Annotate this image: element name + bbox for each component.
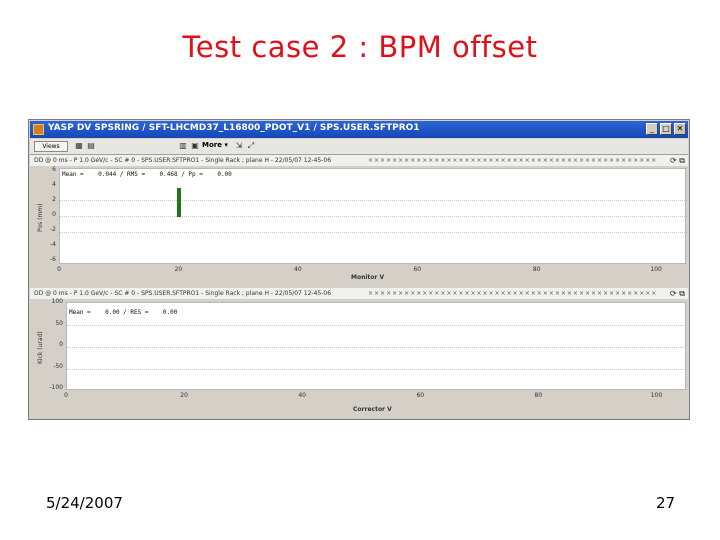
header-dots: ××××××××××××××××××××××××××××××××××××××××…	[368, 157, 658, 164]
print-icon[interactable]: ▣	[190, 141, 200, 151]
footer-date: 5/24/2007	[46, 494, 123, 512]
y-tick-label: -50	[53, 362, 63, 370]
bottom-x-axis-title: Corrector V	[353, 406, 392, 413]
x-tick-label: 0	[64, 392, 68, 399]
gridline	[60, 216, 685, 217]
y-tick-label: 4	[52, 181, 56, 188]
top-plot-area[interactable]: Mean = 0.044 / RMS = 0.468 / Pp = 0.00	[59, 168, 686, 264]
bottom-y-axis-title: Kick (urad)	[37, 331, 44, 364]
refresh-icon[interactable]: ⟳ ⧉	[670, 288, 685, 299]
app-icon	[33, 124, 44, 135]
bottom-plot-header-text: DD @ 0 ms - P 1.0 GeV/c - SC # 0 - SPS.U…	[34, 290, 332, 297]
window-title: YASP DV SPSRING / SFT-LHCMD37_L16800_PDO…	[48, 123, 420, 133]
close-button[interactable]: ✕	[674, 123, 686, 135]
toolbar: Views ▦ ▤ ▥ ▣ More ▾ ⇲ ⤢	[30, 139, 688, 155]
x-tick-label: 20	[180, 392, 188, 399]
y-tick-label: 100	[51, 298, 63, 305]
top-y-axis-title: Pos (mm)	[37, 203, 44, 232]
x-tick-label: 80	[534, 392, 543, 399]
x-tick-label: 100	[650, 266, 662, 273]
top-plot-header-text: DD @ 0 ms - P 1.0 GeV/c - SC # 0 - SPS.U…	[34, 157, 332, 164]
top-plot-header: DD @ 0 ms - P 1.0 GeV/c - SC # 0 - SPS.U…	[30, 155, 688, 166]
y-tick-label: 50	[55, 319, 63, 327]
x-tick-label: 40	[294, 266, 302, 273]
export-icon[interactable]: ⇲	[234, 141, 244, 151]
maximize-button[interactable]: □	[660, 123, 672, 135]
x-tick-label: 40	[298, 392, 306, 399]
more-menu[interactable]: More ▾	[202, 141, 228, 149]
y-tick-label: -4	[50, 241, 56, 248]
y-tick-label: 2	[52, 196, 56, 203]
slide-title: Test case 2 : BPM offset	[182, 30, 538, 64]
gridline	[60, 232, 685, 233]
gridline	[67, 369, 685, 370]
bottom-plot-header: DD @ 0 ms - P 1.0 GeV/c - SC # 0 - SPS.U…	[30, 288, 688, 299]
y-tick-label: 6	[52, 166, 56, 173]
zoom-icon[interactable]: ⤢	[246, 141, 256, 151]
y-tick-label: 0	[59, 341, 63, 348]
window-titlebar[interactable]: YASP DV SPSRING / SFT-LHCMD37_L16800_PDO…	[30, 121, 688, 138]
top-x-axis-title: Monitor V	[351, 274, 385, 281]
page-number: 27	[656, 494, 676, 512]
data-bar	[177, 188, 182, 217]
x-tick-label: 80	[532, 266, 541, 273]
minimize-button[interactable]: _	[646, 123, 658, 135]
top-stats: Mean = 0.044 / RMS = 0.468 / Pp = 0.00	[62, 171, 232, 178]
bottom-plot-area[interactable]: Mean = 0.00 / RES = 0.00	[66, 302, 686, 390]
x-tick-label: 60	[413, 266, 422, 273]
gridline	[67, 347, 685, 348]
header-dots: ××××××××××××××××××××××××××××××××××××××××…	[368, 290, 658, 297]
gridline	[67, 325, 685, 326]
more-label: More	[202, 141, 222, 149]
x-tick-label: 0	[57, 266, 61, 273]
gridline	[60, 200, 685, 201]
y-tick-label: -6	[50, 256, 56, 263]
chart-icon[interactable]: ▥	[178, 141, 188, 151]
y-tick-label: -100	[49, 384, 63, 391]
x-tick-label: 60	[416, 392, 425, 399]
bottom-stats: Mean = 0.00 / RES = 0.00	[69, 309, 178, 316]
table-icon[interactable]: ▤	[86, 141, 96, 151]
views-button[interactable]: Views	[34, 141, 68, 152]
yasp-window: YASP DV SPSRING / SFT-LHCMD37_L16800_PDO…	[28, 119, 690, 420]
grid-icon[interactable]: ▦	[74, 141, 84, 151]
x-tick-label: 20	[174, 266, 183, 273]
x-tick-label: 100	[650, 392, 663, 399]
refresh-icon[interactable]: ⟳ ⧉	[670, 155, 685, 166]
